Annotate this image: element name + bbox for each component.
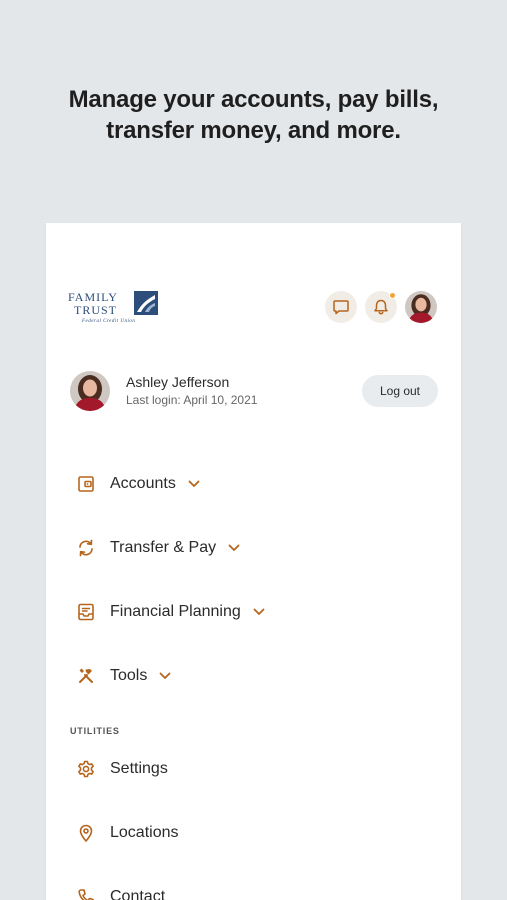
profile-avatar-button[interactable] xyxy=(405,291,437,323)
nav-item-settings[interactable]: Settings xyxy=(76,756,168,782)
nav-label-transfer-pay: Transfer & Pay xyxy=(110,539,217,556)
nav-item-accounts[interactable]: Accounts xyxy=(76,471,200,497)
nav-label-tools: Tools xyxy=(110,667,148,684)
location-pin-icon xyxy=(76,823,96,843)
nav-label-accounts: Accounts xyxy=(110,475,176,492)
user-photo-icon xyxy=(405,291,437,323)
nav-label-contact: Contact xyxy=(110,888,166,900)
planning-icon xyxy=(76,602,96,622)
messages-button[interactable] xyxy=(325,291,357,323)
nav-label-financial-planning: Financial Planning xyxy=(110,603,241,620)
chevron-down-icon[interactable] xyxy=(159,672,171,680)
nav-item-transfer-pay[interactable]: Transfer & Pay xyxy=(76,535,240,561)
family-trust-logo[interactable]: FAMILY TRUST Federal Credit Union xyxy=(68,289,160,327)
nav-item-tools[interactable]: Tools xyxy=(76,663,171,689)
logo-subtitle: Federal Credit Union xyxy=(82,319,136,324)
nav-item-financial-planning[interactable]: Financial Planning xyxy=(76,599,265,625)
chevron-down-icon[interactable] xyxy=(228,544,240,552)
promo-headline: Manage your accounts, pay bills, transfe… xyxy=(0,84,507,146)
chat-bubble-icon xyxy=(333,300,349,315)
bell-icon xyxy=(374,299,388,315)
nav-item-locations[interactable]: Locations xyxy=(76,820,179,846)
chevron-down-icon[interactable] xyxy=(188,480,200,488)
notifications-button[interactable] xyxy=(365,291,397,323)
utilities-section-label: UTILITIES xyxy=(70,726,120,736)
tools-icon xyxy=(76,666,96,686)
nav-item-contact[interactable]: Contact xyxy=(76,884,165,900)
user-avatar xyxy=(70,371,110,411)
transfer-icon xyxy=(76,538,96,558)
nav-label-locations: Locations xyxy=(110,824,179,841)
logout-button[interactable]: Log out xyxy=(362,375,438,407)
nav-label-settings: Settings xyxy=(110,760,168,777)
logo-text-family: FAMILY xyxy=(68,290,118,304)
user-photo-icon xyxy=(70,371,110,411)
promo-headline-line-2: transfer money, and more. xyxy=(106,117,401,144)
menu-card: FAMILY TRUST Federal Credit Union Ashley… xyxy=(46,223,461,900)
notification-dot xyxy=(389,292,396,299)
user-name: Ashley Jefferson xyxy=(126,374,230,390)
logo-mark-icon xyxy=(134,291,158,315)
phone-icon xyxy=(76,887,96,900)
chevron-down-icon[interactable] xyxy=(253,608,265,616)
logo-text-trust: TRUST xyxy=(74,303,118,317)
last-login-text: Last login: April 10, 2021 xyxy=(126,393,258,407)
wallet-icon xyxy=(76,474,96,494)
promo-headline-line-1: Manage your accounts, pay bills, xyxy=(68,86,439,113)
gear-icon xyxy=(76,759,96,779)
